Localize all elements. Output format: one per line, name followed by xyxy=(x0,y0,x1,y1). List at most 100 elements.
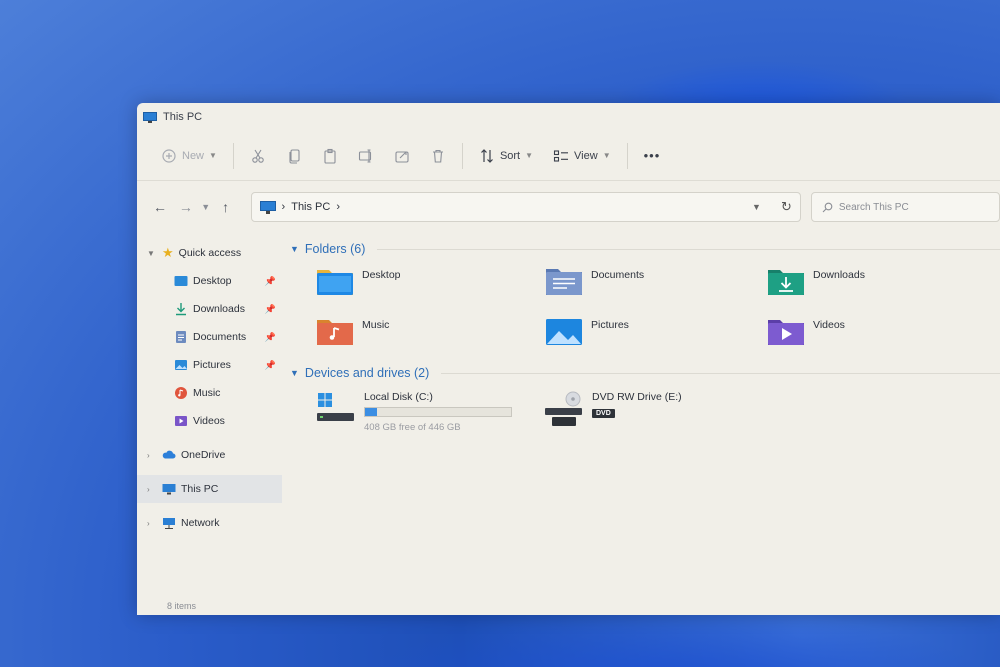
folder-downloads[interactable]: Downloads xyxy=(767,265,987,301)
address-bar[interactable]: › This PC › ▼ ↻ xyxy=(250,192,801,222)
recent-locations-chevron-icon[interactable]: ▼ xyxy=(199,202,213,212)
chevron-right-icon[interactable]: › xyxy=(147,485,157,494)
folder-label: Music xyxy=(362,319,390,331)
new-label: New xyxy=(182,149,205,162)
more-label: ••• xyxy=(643,148,661,163)
view-label: View xyxy=(574,149,598,162)
sidebar-item-quick-access[interactable]: ▼ ★ Quick access xyxy=(137,239,282,267)
folders-section-header[interactable]: ▼ Folders (6) xyxy=(290,237,1000,261)
new-button[interactable]: New ▼ xyxy=(151,141,227,171)
drive-dvd-rw-e[interactable]: DVD RW Drive (E:) DVD xyxy=(544,391,682,433)
cloud-icon xyxy=(162,450,176,459)
chevron-right-icon[interactable]: › xyxy=(147,451,157,460)
sort-label: Sort xyxy=(499,149,521,162)
documents-folder-icon xyxy=(546,269,582,295)
sidebar-item-label: This PC xyxy=(181,483,219,495)
pin-icon: 📌 xyxy=(264,275,276,286)
sidebar-item-label: Quick access xyxy=(178,247,242,259)
share-icon xyxy=(395,150,409,163)
sidebar-item-label: Music xyxy=(193,387,221,399)
explorer-body: ▼ ★ Quick access Desktop 📌 Downloads 📌 D… xyxy=(137,233,1000,615)
toolbar-separator xyxy=(626,142,628,169)
folder-documents[interactable]: Documents xyxy=(545,265,767,301)
navigation-pane: ▼ ★ Quick access Desktop 📌 Downloads 📌 D… xyxy=(137,233,282,615)
content-pane: ▼ Folders (6) Desktop Documents Download… xyxy=(282,233,1000,615)
paste-button[interactable] xyxy=(312,141,348,171)
address-dropdown-chevron-icon[interactable]: ▼ xyxy=(752,202,761,212)
pictures-folder-icon xyxy=(546,319,582,345)
search-box[interactable]: Search This PC xyxy=(810,192,1000,222)
folder-music[interactable]: Music xyxy=(316,315,545,351)
dvd-drive-icon xyxy=(545,391,582,426)
sidebar-item-pictures[interactable]: Pictures 📌 xyxy=(137,351,282,379)
this-pc-icon xyxy=(162,484,176,495)
folder-label: Desktop xyxy=(362,269,401,281)
sort-icon xyxy=(481,148,493,163)
sidebar-item-downloads[interactable]: Downloads 📌 xyxy=(137,295,282,323)
up-arrow-icon[interactable]: ↑ xyxy=(213,199,239,215)
scissors-icon xyxy=(252,149,264,163)
breadcrumb-chevron[interactable]: › xyxy=(336,201,340,213)
chevron-down-icon[interactable]: ▼ xyxy=(290,244,299,254)
more-options-button[interactable]: ••• xyxy=(634,141,671,171)
drives-list: Local Disk (C:) 408 GB free of 446 GB DV… xyxy=(290,391,1000,433)
picture-icon xyxy=(175,360,187,370)
copy-button[interactable] xyxy=(276,141,312,171)
folders-header-label: Folders (6) xyxy=(304,242,366,256)
folder-label: Documents xyxy=(591,269,645,281)
chevron-right-icon[interactable]: › xyxy=(147,519,157,528)
drives-section-header[interactable]: ▼ Devices and drives (2) xyxy=(290,361,1000,385)
desktop-folder-icon xyxy=(317,270,353,295)
download-icon xyxy=(176,303,186,316)
clipboard-icon xyxy=(324,148,336,164)
sidebar-item-network[interactable]: › Network xyxy=(137,509,282,537)
section-divider xyxy=(441,372,1000,374)
delete-button[interactable] xyxy=(420,141,456,171)
dvd-badge: DVD xyxy=(592,409,615,418)
rename-icon xyxy=(358,148,371,163)
search-icon xyxy=(822,202,833,212)
pin-icon: 📌 xyxy=(264,331,276,342)
chevron-down-icon[interactable]: ▼ xyxy=(290,368,299,378)
breadcrumb-chevron[interactable]: › xyxy=(282,201,286,213)
sidebar-item-label: Pictures xyxy=(193,359,231,371)
sidebar-item-label: Desktop xyxy=(193,275,232,287)
chevron-down-icon[interactable]: ▼ xyxy=(147,249,157,258)
drive-label: DVD RW Drive (E:) xyxy=(592,391,682,403)
view-button[interactable]: View ▼ xyxy=(543,141,621,171)
cut-button[interactable] xyxy=(240,141,276,171)
share-button[interactable] xyxy=(384,141,420,171)
back-arrow-icon[interactable]: ← xyxy=(147,199,173,215)
forward-arrow-icon[interactable]: → xyxy=(173,199,199,215)
status-bar-item-count: 8 items xyxy=(167,601,197,611)
sidebar-item-documents[interactable]: Documents 📌 xyxy=(137,323,282,351)
rename-button[interactable] xyxy=(348,141,384,171)
section-divider xyxy=(377,248,1000,250)
sidebar-item-label: Documents xyxy=(193,331,247,343)
folder-videos[interactable]: Videos xyxy=(767,315,987,351)
folder-label: Downloads xyxy=(813,269,865,281)
sort-button[interactable]: Sort ▼ xyxy=(469,141,543,171)
music-folder-icon xyxy=(317,320,353,345)
title-bar: This PC xyxy=(137,103,1000,131)
folder-label: Videos xyxy=(813,319,845,331)
drive-local-disk-c[interactable]: Local Disk (C:) 408 GB free of 446 GB xyxy=(316,391,514,433)
sidebar-item-music[interactable]: Music xyxy=(137,379,282,407)
sidebar-item-onedrive[interactable]: › OneDrive xyxy=(137,441,282,469)
breadcrumb-this-pc[interactable]: This PC xyxy=(291,201,330,213)
chevron-down-icon: ▼ xyxy=(525,151,534,160)
sidebar-item-desktop[interactable]: Desktop 📌 xyxy=(137,267,282,295)
windows-drive-icon xyxy=(317,393,354,421)
sidebar-item-videos[interactable]: Videos xyxy=(137,407,282,435)
sidebar-item-this-pc[interactable]: › This PC xyxy=(137,475,282,503)
folder-pictures[interactable]: Pictures xyxy=(545,315,767,351)
downloads-folder-icon xyxy=(768,270,804,295)
toolbar-separator xyxy=(232,142,234,169)
trash-icon xyxy=(432,149,443,163)
refresh-icon[interactable]: ↻ xyxy=(781,199,792,215)
videos-folder-icon xyxy=(768,320,804,345)
folder-desktop[interactable]: Desktop xyxy=(316,265,545,301)
video-icon xyxy=(175,416,187,426)
music-icon xyxy=(175,387,187,399)
drive-usage-fill xyxy=(365,408,378,416)
